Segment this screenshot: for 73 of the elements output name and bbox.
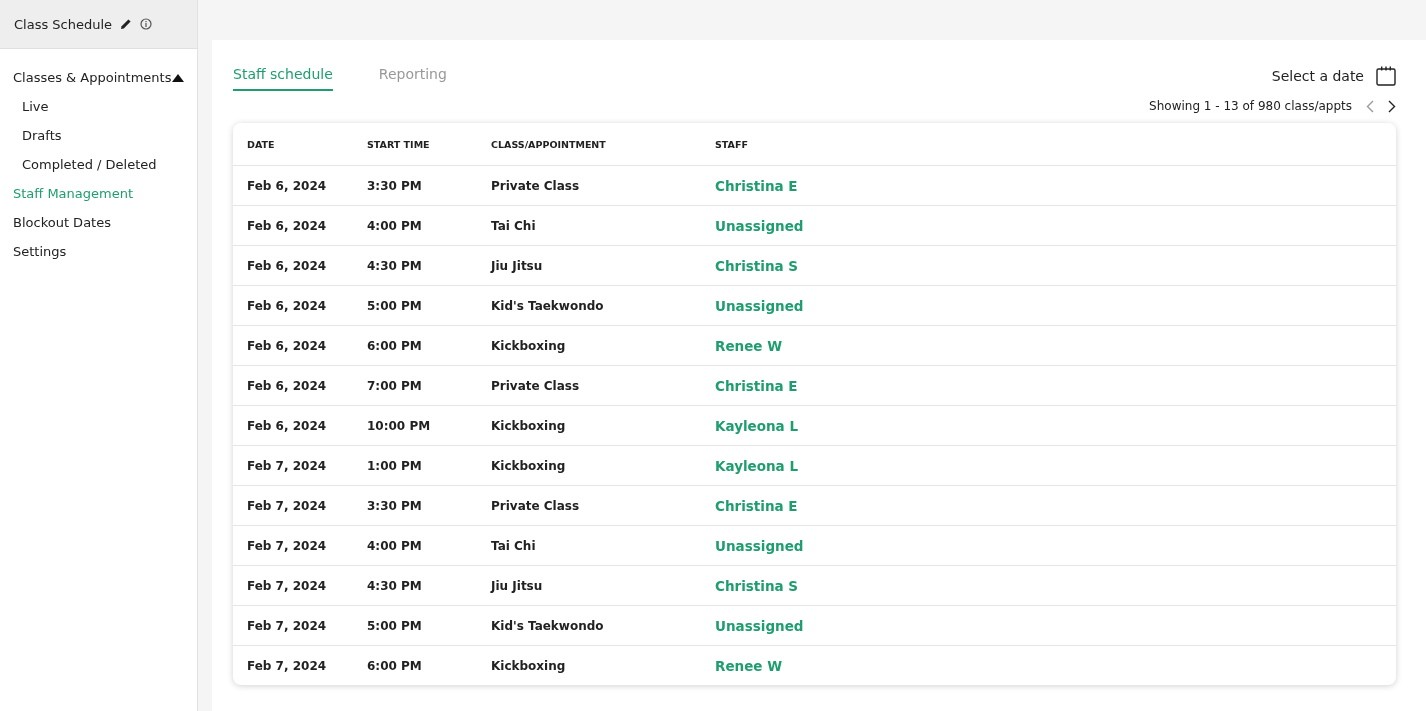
calendar-icon[interactable] [1376, 65, 1396, 86]
chevron-right-icon[interactable] [1388, 99, 1396, 113]
table-cell: Feb 7, 2024 [233, 485, 353, 526]
table-cell: Kickboxing [477, 645, 701, 685]
pagination-summary: Showing 1 - 13 of 980 class/appts [1149, 99, 1352, 113]
table-cell: Unassigned [701, 205, 1396, 246]
nav-item[interactable]: Staff Management [0, 179, 197, 208]
nav-item[interactable]: Completed / Deleted [0, 150, 197, 179]
table-cell: Private Class [477, 485, 701, 526]
table-cell: 5:00 PM [353, 605, 477, 646]
info-icon[interactable] [140, 18, 153, 30]
table-cell: Kickboxing [477, 405, 701, 446]
table-cell: Renee W [701, 645, 1396, 685]
table-cell: Christina E [701, 165, 1396, 206]
date-picker-label[interactable]: Select a date [1271, 67, 1364, 84]
column-header: START TIME [353, 123, 477, 166]
table-cell: 5:00 PM [353, 285, 477, 326]
table-cell: 3:30 PM [353, 485, 477, 526]
pencil-icon[interactable] [120, 18, 133, 30]
table-cell: 4:30 PM [353, 565, 477, 606]
table-cell: Christina E [701, 365, 1396, 406]
table-cell: Kayleona L [701, 445, 1396, 486]
table-cell: Private Class [477, 165, 701, 206]
table-cell: Christina S [701, 565, 1396, 606]
table-cell: Unassigned [701, 525, 1396, 566]
table-cell: Jiu Jitsu [477, 565, 701, 606]
table-cell: Unassigned [701, 605, 1396, 646]
column-header: DATE [233, 123, 353, 166]
chevron-left-icon[interactable] [1366, 99, 1374, 113]
table-cell: 6:00 PM [353, 325, 477, 366]
table-cell: Kickboxing [477, 325, 701, 366]
table-cell: Feb 6, 2024 [233, 325, 353, 366]
table-cell: Feb 6, 2024 [233, 205, 353, 246]
sidebar-title: Class Schedule [14, 16, 113, 32]
table-cell: 3:30 PM [353, 165, 477, 206]
table-cell: Feb 6, 2024 [233, 245, 353, 286]
table-cell: 1:00 PM [353, 445, 477, 486]
table-cell: Tai Chi [477, 525, 701, 566]
table-cell: Renee W [701, 325, 1396, 366]
table-cell: Private Class [477, 365, 701, 406]
table-cell: Feb 7, 2024 [233, 565, 353, 606]
table-cell: 10:00 PM [353, 405, 477, 446]
column-header: CLASS/APPOINTMENT [477, 123, 701, 166]
table-cell: Feb 6, 2024 [233, 405, 353, 446]
table-cell: Kayleona L [701, 405, 1396, 446]
table-cell: Feb 6, 2024 [233, 285, 353, 326]
nav-item[interactable]: Settings [0, 237, 197, 266]
table-cell: 7:00 PM [353, 365, 477, 406]
tab[interactable]: Staff schedule [233, 60, 333, 91]
table-cell: Christina S [701, 245, 1396, 286]
table-cell: Kid's Taekwondo [477, 605, 701, 646]
table-cell: Unassigned [701, 285, 1396, 326]
table-cell: Christina E [701, 485, 1396, 526]
caret-icon [172, 73, 184, 82]
table-cell: Jiu Jitsu [477, 245, 701, 286]
table-cell: Kickboxing [477, 445, 701, 486]
nav-item[interactable]: Drafts [0, 121, 197, 150]
table-cell: Tai Chi [477, 205, 701, 246]
table-cell: 4:00 PM [353, 525, 477, 566]
table-cell: Feb 7, 2024 [233, 605, 353, 646]
table-cell: Feb 6, 2024 [233, 165, 353, 206]
table-cell: Feb 7, 2024 [233, 645, 353, 685]
table-cell: 4:30 PM [353, 245, 477, 286]
column-header: STAFF [701, 123, 1396, 166]
table-cell: 4:00 PM [353, 205, 477, 246]
table-cell: 6:00 PM [353, 645, 477, 685]
table-cell: Feb 7, 2024 [233, 445, 353, 486]
table-cell: Feb 7, 2024 [233, 525, 353, 566]
nav-item[interactable]: Classes & Appointments [0, 63, 197, 92]
table-cell: Feb 6, 2024 [233, 365, 353, 406]
table-cell: Kid's Taekwondo [477, 285, 701, 326]
nav-item[interactable]: Blockout Dates [0, 208, 197, 237]
nav-item[interactable]: Live [0, 92, 197, 121]
